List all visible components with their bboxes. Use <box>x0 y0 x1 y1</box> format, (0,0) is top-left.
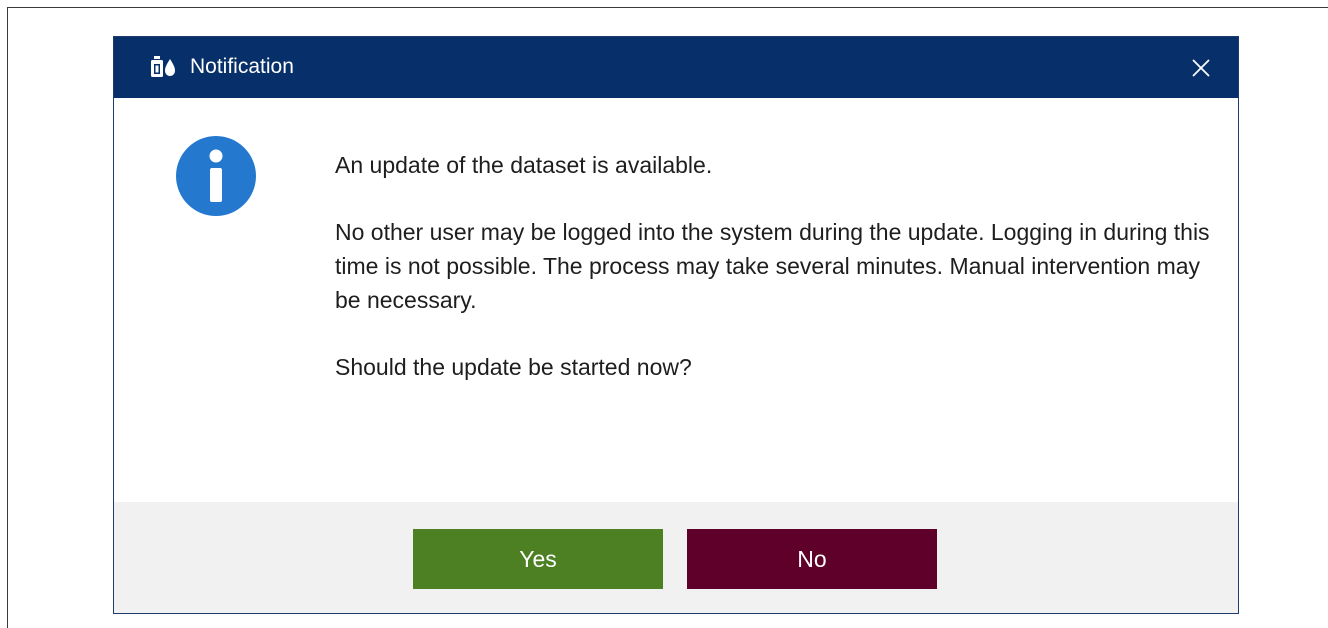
dialog-content: An update of the dataset is available. N… <box>114 98 1238 502</box>
close-icon <box>1192 59 1210 77</box>
message-line-question: Should the update be started now? <box>335 354 692 380</box>
no-button[interactable]: No <box>687 529 937 589</box>
message-line-warning: No other user may be logged into the sys… <box>335 219 1210 313</box>
bottle-drop-icon <box>150 56 176 78</box>
notification-dialog: Notification An update of the dataset is… <box>113 36 1239 614</box>
close-button[interactable] <box>1184 51 1218 85</box>
dialog-title: Notification <box>190 55 294 78</box>
message-text: An update of the dataset is available. N… <box>335 148 1215 384</box>
yes-button[interactable]: Yes <box>413 529 663 589</box>
dialog-titlebar[interactable]: Notification <box>114 37 1238 98</box>
message-line-available: An update of the dataset is available. <box>335 152 713 178</box>
info-icon <box>176 136 256 216</box>
dialog-footer: Yes No <box>114 502 1238 613</box>
